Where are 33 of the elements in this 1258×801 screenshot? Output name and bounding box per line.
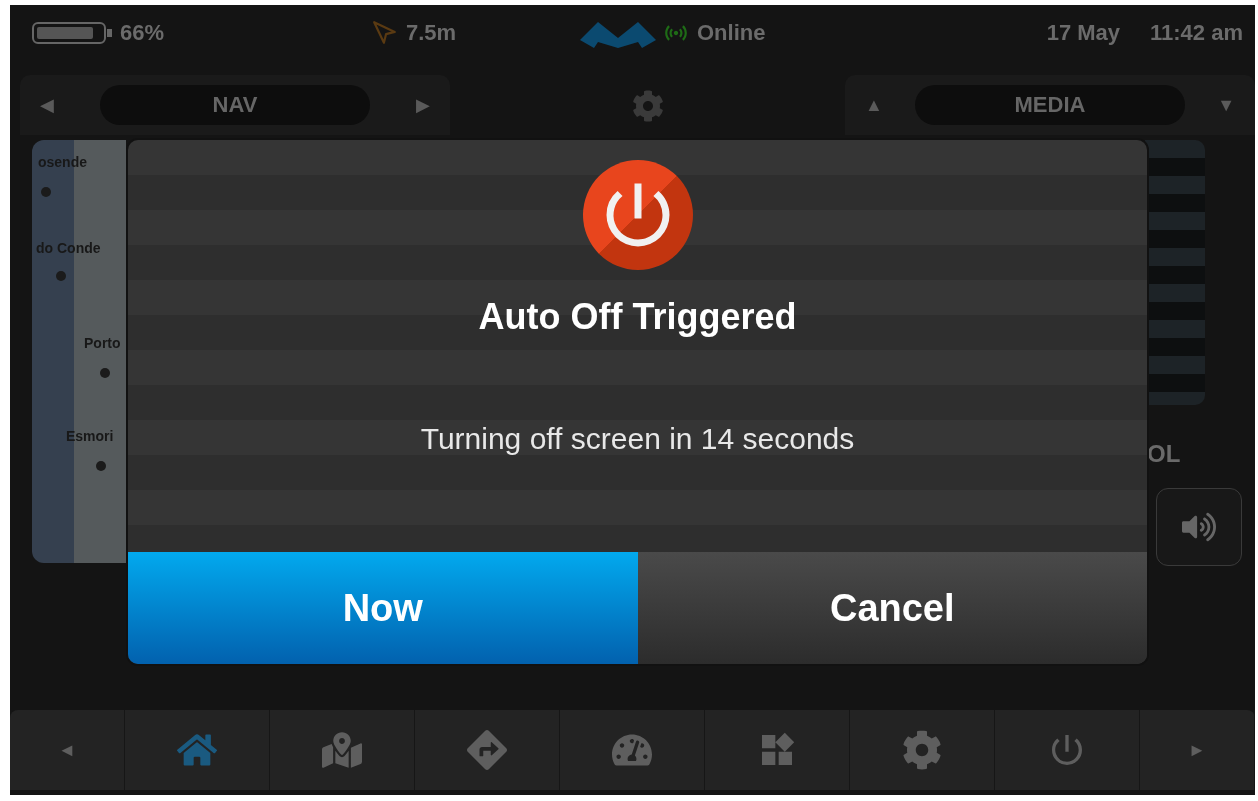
next-button[interactable]: ► [1140,710,1255,790]
cancel-button[interactable]: Cancel [637,552,1147,664]
panel-title: MEDIA [915,85,1185,125]
connection-status: Online [697,19,766,46]
map-label: Porto [84,335,121,351]
down-arrow[interactable]: ▼ [1217,94,1235,116]
city-dot-icon [56,271,67,282]
map-icon [322,730,362,770]
volume-button[interactable] [1156,488,1242,566]
speaker-icon [1182,510,1216,544]
location-arrow-icon [372,19,398,46]
directions-icon [467,730,507,770]
panel-title: NAV [100,85,370,125]
dialog-message: Turning off screen in 14 seconds [420,422,855,456]
now-button[interactable]: Now [128,552,638,664]
date: 17 May [1046,19,1121,46]
city-dot-icon [95,461,106,472]
settings-icon[interactable] [631,90,664,122]
dialog-title: Auto Off Triggered [478,296,797,338]
prev-arrow[interactable]: ◀ [40,94,54,116]
panel-label: OL [1147,440,1182,468]
city-dot-icon [41,186,52,197]
next-arrow[interactable]: ▶ [416,94,430,116]
map-label: Esmori [66,428,114,444]
gps-accuracy: 7.5m [406,19,457,46]
city-dot-icon [99,368,110,379]
prev-button[interactable]: ◄ [10,710,125,790]
time: 11:42 am [1150,19,1243,46]
map-label: osende [38,154,87,170]
settings-icon [902,730,942,770]
battery-icon [32,21,112,44]
battery-percent: 66% [120,19,165,46]
up-arrow[interactable]: ▲ [865,94,883,116]
